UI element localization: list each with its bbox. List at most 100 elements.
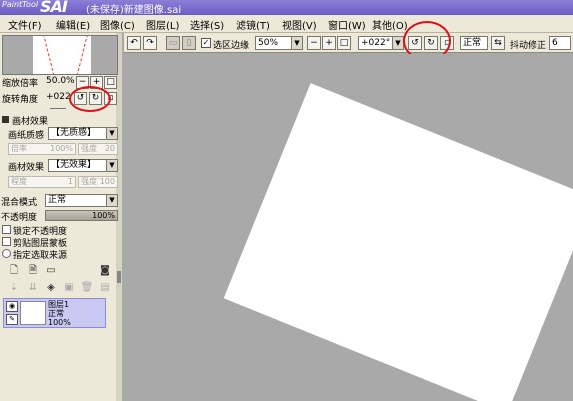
canvas-paper[interactable] bbox=[223, 83, 573, 401]
effect-strength-field: 强度 100 bbox=[78, 176, 118, 188]
toolbar-zoom-in-button[interactable]: + bbox=[322, 36, 336, 50]
zoom-label: 缩放倍率 bbox=[2, 79, 39, 89]
layer-row[interactable]: ◉ ✎ 图层1 正常 100% bbox=[3, 298, 106, 328]
opacity-slider[interactable]: 100% bbox=[45, 210, 118, 221]
intensity-label: 强度 bbox=[81, 144, 97, 153]
layer-opacity: 100% bbox=[48, 318, 71, 327]
paper-effects-label: 画材效果 bbox=[12, 117, 49, 127]
opacity-value: 100% bbox=[92, 211, 115, 220]
chevron-down-icon: ▼ bbox=[106, 160, 117, 171]
scrollbar-thumb[interactable] bbox=[117, 271, 121, 283]
menu-layer[interactable]: 图层(L) bbox=[146, 17, 179, 32]
menu-select[interactable]: 选择(S) bbox=[190, 17, 224, 32]
zoom-value: 50.0% bbox=[46, 76, 75, 86]
toolbar-zoom-value: 50% bbox=[258, 38, 279, 48]
rate-label: 倍率 bbox=[11, 144, 27, 153]
layer-mode: 正常 bbox=[48, 309, 64, 318]
texture-select[interactable]: 【无质感】 ▼ bbox=[48, 127, 118, 140]
texture-value: 【无质感】 bbox=[51, 128, 97, 138]
effect-label: 画材效果 bbox=[8, 163, 45, 173]
invert-selection-icon[interactable]: ▯ bbox=[182, 36, 196, 50]
deselect-icon[interactable]: ▭ bbox=[166, 36, 180, 50]
clear-layer-icon[interactable]: ◈ bbox=[44, 281, 58, 295]
menu-image[interactable]: 图像(C) bbox=[100, 17, 135, 32]
new-layer-icon[interactable]: 🗋 bbox=[7, 264, 21, 278]
blend-mode-value: 正常 bbox=[48, 195, 67, 205]
paper-effects-header[interactable]: 画材效果 bbox=[0, 114, 116, 127]
lock-opacity-checkbox[interactable] bbox=[2, 225, 11, 234]
intensity-value: 20 bbox=[104, 144, 115, 153]
undo-icon[interactable]: ↶ bbox=[127, 36, 141, 50]
flip-icon[interactable]: ⇆ bbox=[491, 36, 505, 50]
chevron-down-icon: ▼ bbox=[106, 128, 117, 139]
rotate-row: 旋转角度 +022 bbox=[2, 92, 71, 105]
canvas-area[interactable] bbox=[124, 54, 573, 401]
opacity-label: 不透明度 bbox=[1, 213, 38, 223]
transfer-down-icon[interactable]: ⇣ bbox=[7, 281, 21, 295]
effect-select[interactable]: 【无效果】 ▼ bbox=[48, 159, 118, 172]
selection-source-radio[interactable] bbox=[2, 249, 11, 258]
rotate-label: 旋转角度 bbox=[2, 95, 39, 105]
toolbar-rotate-value: +022° bbox=[361, 38, 391, 48]
menu-other[interactable]: 其他(O) bbox=[372, 17, 408, 32]
stabilizer-label: 抖动修正 bbox=[510, 41, 547, 51]
layer-name: 图层1 bbox=[48, 300, 70, 309]
toolbar-blend-value: 正常 bbox=[463, 38, 482, 48]
collapse-icon bbox=[2, 116, 9, 123]
zoom-select[interactable]: 50% ▼ bbox=[255, 36, 303, 50]
width-label: 程度 bbox=[11, 177, 27, 186]
layer-settings-icon[interactable]: ▤ bbox=[98, 281, 112, 295]
menu-bar: 文件(F) 编辑(E) 图像(C) 图层(L) 选择(S) 滤镜(T) 视图(V… bbox=[0, 15, 573, 33]
toolbar-zoom-out-button[interactable]: − bbox=[307, 36, 321, 50]
menu-file[interactable]: 文件(F) bbox=[8, 17, 42, 32]
mask-icon[interactable]: ◙ bbox=[98, 264, 112, 278]
selection-edge-checkbox[interactable]: ✓ bbox=[201, 38, 211, 48]
menu-window[interactable]: 窗口(W) bbox=[328, 17, 366, 32]
texture-rate-field: 倍率 100% bbox=[8, 143, 76, 155]
merge-down-icon[interactable]: ⇊ bbox=[26, 281, 40, 295]
divider bbox=[50, 108, 66, 109]
navigator-preview[interactable] bbox=[2, 35, 118, 75]
redo-icon[interactable]: ↷ bbox=[143, 36, 157, 50]
annotation-circle-left bbox=[69, 86, 111, 112]
zoom-reset-button[interactable]: □ bbox=[104, 76, 117, 89]
lock-layer-icon[interactable]: ▣ bbox=[62, 281, 76, 295]
toolbar-blend-field[interactable]: 正常 bbox=[460, 36, 488, 50]
chevron-down-icon: ▼ bbox=[291, 37, 302, 49]
texture-label: 画纸质感 bbox=[8, 131, 45, 141]
blend-mode-label: 混合模式 bbox=[1, 198, 38, 208]
effect-value: 【无效果】 bbox=[51, 160, 97, 170]
eye-icon[interactable]: ◉ bbox=[6, 301, 18, 312]
app-logo-sai: SAI bbox=[40, 0, 68, 16]
canvas-toolbar: ↶ ↷ ▭ ▯ ✓ 选区边缘 50% ▼ − + □ +022° ▼ ↺ ↻ ▫… bbox=[124, 33, 573, 53]
title-bar: PaintTool SAI (未保存)新建图像.sai bbox=[0, 0, 573, 16]
clip-group-checkbox[interactable] bbox=[2, 237, 11, 246]
stabilizer-field[interactable]: 6 bbox=[549, 36, 571, 50]
selection-source-label: 指定选取来源 bbox=[13, 251, 68, 261]
blend-mode-select[interactable]: 正常 ▼ bbox=[45, 194, 118, 207]
rotate-select[interactable]: +022° ▼ bbox=[358, 36, 404, 50]
stabilizer-value: 6 bbox=[552, 38, 558, 48]
effect-width-field: 程度 1 bbox=[8, 176, 76, 188]
app-logo-text: PaintTool bbox=[2, 0, 39, 9]
chevron-down-icon: ▼ bbox=[106, 195, 117, 206]
strength-value: 100 bbox=[99, 177, 115, 186]
toolbar-zoom-reset-button[interactable]: □ bbox=[337, 36, 351, 50]
new-linework-icon[interactable]: 🗎 bbox=[26, 264, 40, 278]
window-title: (未保存)新建图像.sai bbox=[86, 5, 182, 16]
menu-filter[interactable]: 滤镜(T) bbox=[236, 17, 270, 32]
zoom-row: 缩放倍率 50.0% bbox=[2, 76, 75, 89]
delete-layer-icon[interactable]: 🗑 bbox=[80, 281, 94, 295]
width-value: 1 bbox=[67, 177, 73, 186]
new-folder-icon[interactable]: ▭ bbox=[44, 264, 58, 278]
chevron-down-icon: ▼ bbox=[392, 37, 403, 49]
pen-icon[interactable]: ✎ bbox=[6, 314, 18, 325]
rotate-value: +022 bbox=[46, 92, 71, 102]
texture-intensity-field: 强度 20 bbox=[78, 143, 118, 155]
layer-thumbnail bbox=[20, 301, 46, 325]
selection-edge-label: 选区边缘 bbox=[213, 41, 250, 51]
rate-value: 100% bbox=[50, 144, 73, 153]
menu-view[interactable]: 视图(V) bbox=[282, 17, 317, 32]
strength-label: 强度 bbox=[81, 177, 97, 186]
menu-edit[interactable]: 编辑(E) bbox=[56, 17, 90, 32]
